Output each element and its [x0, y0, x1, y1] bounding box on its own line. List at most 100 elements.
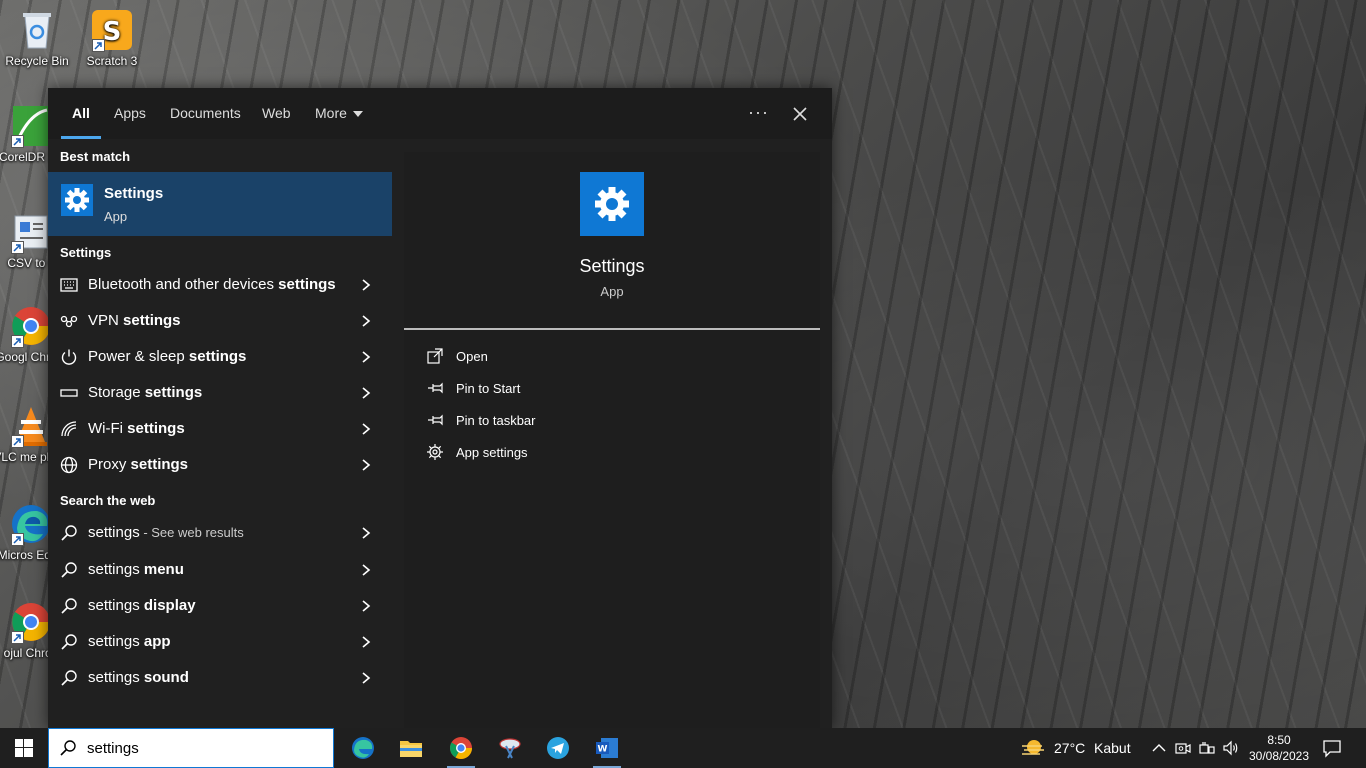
taskbar-telegram[interactable]: [534, 728, 582, 768]
close-icon: [793, 107, 807, 121]
shortcut-arrow-icon: [11, 631, 24, 644]
search-input[interactable]: [87, 738, 317, 758]
clock-time: 8:50: [1267, 733, 1291, 747]
svg-text:S: S: [103, 17, 122, 47]
web-result-settings-sound[interactable]: settings sound: [48, 661, 392, 695]
chevron-right-icon: [362, 459, 371, 471]
clock-date: 30/08/2023: [1248, 749, 1310, 763]
best-match-settings[interactable]: Settings App: [48, 172, 392, 236]
search-icon: [61, 634, 77, 650]
chevron-right-icon: [362, 527, 371, 539]
result-label: Power & sleep settings: [88, 348, 247, 365]
volume-icon[interactable]: [1222, 739, 1240, 757]
settings-section-header: Settings: [60, 245, 112, 260]
result-label: Proxy settings: [88, 456, 189, 473]
chrome-icon: [9, 304, 53, 348]
weather-temperature: 27°C: [1054, 740, 1086, 756]
action-app-settings[interactable]: App settings: [426, 441, 726, 465]
power-icon: [61, 349, 77, 365]
action-label: Pin to taskbar: [456, 413, 536, 428]
best-match-title: Settings: [104, 185, 164, 202]
result-label: Wi-Fi settings: [88, 420, 185, 437]
start-button[interactable]: [0, 728, 48, 768]
desktop-icon-scratch[interactable]: S Scratch 3: [72, 8, 152, 68]
meet-now-icon[interactable]: [1174, 739, 1192, 757]
taskbar-search-box[interactable]: [48, 728, 334, 768]
result-power-sleep-settings[interactable]: Power & sleep settings: [48, 340, 392, 374]
weather-description: Kabut: [1094, 740, 1131, 756]
web-result-settings-display[interactable]: settings display: [48, 589, 392, 623]
snipping-tool-icon: [499, 738, 521, 759]
tab-web[interactable]: Web: [262, 105, 291, 121]
chrome-icon: [9, 600, 53, 644]
result-label: settings app: [88, 633, 171, 650]
chevron-right-icon: [362, 315, 371, 327]
taskbar-snipping-tool[interactable]: [486, 728, 534, 768]
divider: [404, 328, 820, 330]
chevron-right-icon: [362, 279, 371, 291]
taskbar-chrome[interactable]: [437, 728, 485, 768]
edge-icon: [352, 737, 374, 759]
shortcut-arrow-icon: [92, 39, 105, 52]
result-label: settings sound: [88, 669, 189, 686]
result-bluetooth-settings[interactable]: Bluetooth and other devices settings: [48, 268, 392, 302]
detail-subtitle: App: [600, 284, 624, 299]
web-result-settings[interactable]: settings - See web results: [48, 516, 392, 550]
tab-all[interactable]: All: [72, 105, 90, 121]
more-options-icon[interactable]: ···: [748, 102, 769, 123]
chrome-icon: [450, 737, 472, 759]
best-match-header: Best match: [60, 149, 131, 164]
tab-more[interactable]: More: [315, 105, 363, 121]
keyboard-icon: [60, 278, 78, 292]
tab-apps[interactable]: Apps: [114, 105, 146, 121]
tab-documents[interactable]: Documents: [170, 105, 241, 121]
search-icon: [61, 670, 77, 686]
taskbar-edge[interactable]: [339, 728, 387, 768]
result-label: Storage settings: [88, 384, 203, 401]
coreldraw-icon: [9, 104, 53, 148]
edge-icon: [9, 502, 53, 546]
result-vpn-settings[interactable]: VPN settings: [48, 304, 392, 338]
taskbar-word[interactable]: W: [583, 728, 631, 768]
action-open[interactable]: Open: [426, 345, 726, 369]
notification-center-icon[interactable]: [1322, 738, 1342, 758]
gear-icon: [65, 188, 89, 212]
csv-converter-icon: [9, 210, 53, 254]
desktop-icon-label: Recycle Bin: [5, 54, 69, 68]
settings-app-icon: [61, 184, 93, 216]
pin-icon: [428, 382, 443, 394]
gear-icon: [595, 187, 629, 221]
web-result-settings-menu[interactable]: settings menu: [48, 553, 392, 587]
result-wifi-settings[interactable]: Wi-Fi settings: [48, 412, 392, 446]
action-pin-to-taskbar[interactable]: Pin to taskbar: [426, 409, 726, 433]
network-power-icon[interactable]: [1198, 739, 1216, 757]
action-pin-to-start[interactable]: Pin to Start: [426, 377, 726, 401]
action-label: Open: [456, 349, 488, 364]
result-label: Bluetooth and other devices settings: [88, 276, 336, 293]
result-proxy-settings[interactable]: Proxy settings: [48, 448, 392, 482]
shortcut-arrow-icon: [11, 533, 24, 546]
taskbar: W 27°C Kabut 8:50 30/08/2023: [0, 728, 1366, 768]
search-panel: All Apps Documents Web More ··· Best mat…: [48, 88, 832, 728]
web-result-settings-app[interactable]: settings app: [48, 625, 392, 659]
desktop-icon-label: Scratch 3: [86, 54, 138, 68]
search-icon: [61, 525, 77, 541]
storage-icon: [60, 389, 78, 397]
word-icon: W: [596, 738, 618, 758]
tab-more-label: More: [315, 105, 347, 121]
desktop-icon-recycle-bin[interactable]: Recycle Bin: [0, 8, 77, 68]
result-label: settings display: [88, 597, 196, 614]
clock[interactable]: 8:50 30/08/2023: [1244, 732, 1314, 764]
search-icon: [61, 598, 77, 614]
search-tabs-bar: All Apps Documents Web More ···: [48, 88, 832, 139]
recycle-bin-icon: [15, 8, 59, 52]
taskbar-file-explorer[interactable]: [387, 728, 435, 768]
chevron-up-icon[interactable]: [1150, 739, 1168, 757]
close-button[interactable]: [790, 104, 810, 124]
result-storage-settings[interactable]: Storage settings: [48, 376, 392, 410]
settings-app-large-icon: [580, 172, 644, 236]
fog-weather-icon: [1022, 740, 1044, 755]
shortcut-arrow-icon: [11, 335, 24, 348]
chevron-right-icon: [362, 564, 371, 576]
search-icon: [60, 740, 76, 756]
